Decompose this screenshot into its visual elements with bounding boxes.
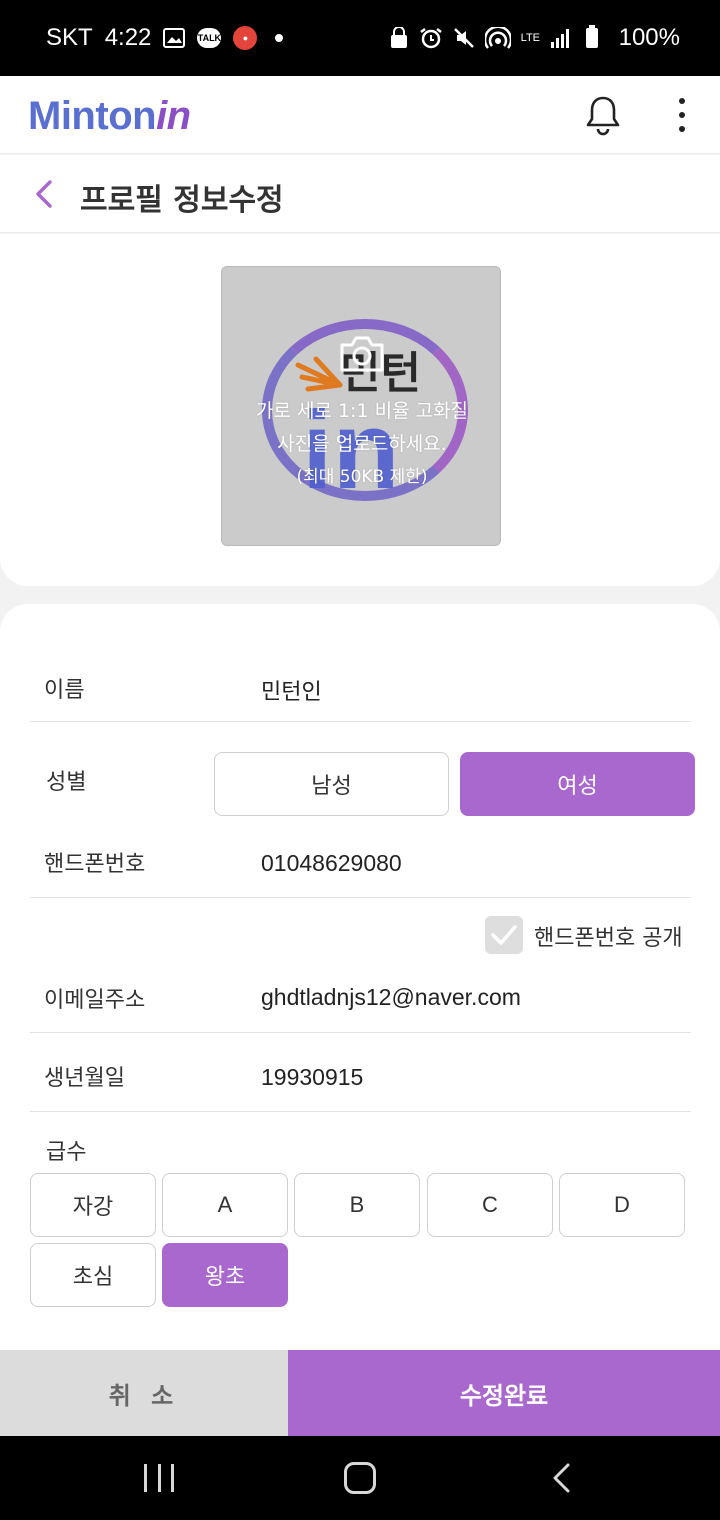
alarm-icon (419, 27, 443, 49)
talk-icon: TALK (197, 28, 222, 48)
name-row: 이름 민턴인 (30, 648, 691, 722)
recent-apps-icon[interactable] (144, 1464, 174, 1492)
camera-icon (340, 336, 384, 372)
more-notifications-dot (275, 34, 284, 42)
profile-form: 이름 민턴인 성별 남성 여성 핸드폰번호 01048629080 핸드폰번호 … (0, 604, 720, 1350)
email-field[interactable]: ghdtladnjs12@naver.com (261, 984, 521, 1011)
grade-option-beginner[interactable]: 초심 (30, 1243, 156, 1307)
grade-option-c[interactable]: C (427, 1173, 553, 1237)
phone-public-label[interactable]: 핸드폰번호 공개 (534, 920, 683, 952)
email-label: 이메일주소 (44, 988, 146, 1013)
cancel-button[interactable]: 취 소 (0, 1350, 288, 1436)
hint-line-2: 사진을 업로드하세요. (277, 433, 447, 455)
hotspot-icon (484, 27, 511, 49)
phone-field[interactable]: 01048629080 (261, 850, 402, 877)
battery-percent: 100% (618, 24, 680, 51)
grade-option-b[interactable]: B (294, 1173, 420, 1237)
hint-line-3: (최대 50KB 제한) (296, 467, 428, 487)
grade-option-d[interactable]: D (559, 1173, 685, 1237)
birth-label: 생년월일 (44, 1066, 125, 1091)
birth-row: 생년월일 19930915 (30, 1034, 691, 1112)
logo-text: Minton (28, 94, 157, 138)
hint-line-1: 가로 세로 1:1 비율 고화질 (255, 400, 469, 422)
app-notification-icon: ● (233, 26, 258, 50)
carrier-label: SKT (46, 24, 93, 51)
phone-label: 핸드폰번호 (44, 852, 146, 877)
logo-suffix: in (156, 94, 191, 138)
signal-icon (550, 28, 570, 48)
page-title-bar: 프로필 정보수정 (0, 155, 720, 233)
status-bar: SKT 4:22 TALK ● LTE 100% (0, 0, 720, 76)
gender-label: 성별 (46, 770, 87, 795)
grade-option-novice[interactable]: 왕초 (162, 1243, 288, 1307)
secure-icon (389, 27, 409, 49)
gender-male-button[interactable]: 남성 (214, 752, 449, 816)
grade-label: 급수 (46, 1140, 87, 1165)
phone-row: 핸드폰번호 01048629080 (30, 826, 691, 898)
profile-photo-section: 민턴 in 가로 세로 1:1 비율 고화질 사진을 업로드하세요. (최대 5… (0, 234, 720, 586)
birth-field[interactable]: 19930915 (261, 1064, 363, 1091)
name-label: 이름 (44, 678, 85, 703)
app-logo[interactable]: Mintonin (28, 94, 191, 139)
photo-upload-box[interactable]: 민턴 in 가로 세로 1:1 비율 고화질 사진을 업로드하세요. (최대 5… (221, 266, 501, 546)
system-back-icon[interactable] (550, 1462, 574, 1494)
more-menu-icon[interactable] (672, 98, 692, 132)
clock: 4:22 (104, 24, 152, 51)
grade-option-a[interactable]: A (162, 1173, 288, 1237)
check-icon (491, 925, 517, 945)
bell-icon[interactable] (584, 94, 622, 136)
email-row: 이메일주소 ghdtladnjs12@naver.com (30, 964, 691, 1033)
submit-button[interactable]: 수정완료 (288, 1350, 720, 1436)
back-arrow-icon[interactable] (32, 179, 56, 209)
grade-option-jagang[interactable]: 자강 (30, 1173, 156, 1237)
gallery-icon (163, 28, 186, 48)
battery-icon (586, 25, 598, 48)
gender-female-button[interactable]: 여성 (460, 752, 695, 816)
app-header: Mintonin (0, 76, 720, 154)
lte-icon: LTE (520, 31, 540, 44)
home-icon[interactable] (344, 1462, 376, 1494)
system-nav-bar (0, 1436, 720, 1520)
mute-icon (453, 27, 475, 49)
photo-upload-hint: 가로 세로 1:1 비율 고화질 사진을 업로드하세요. (최대 50KB 제한… (222, 395, 500, 494)
phone-public-checkbox[interactable] (485, 916, 523, 954)
page-title: 프로필 정보수정 (80, 183, 284, 218)
name-field[interactable]: 민턴인 (261, 674, 322, 706)
